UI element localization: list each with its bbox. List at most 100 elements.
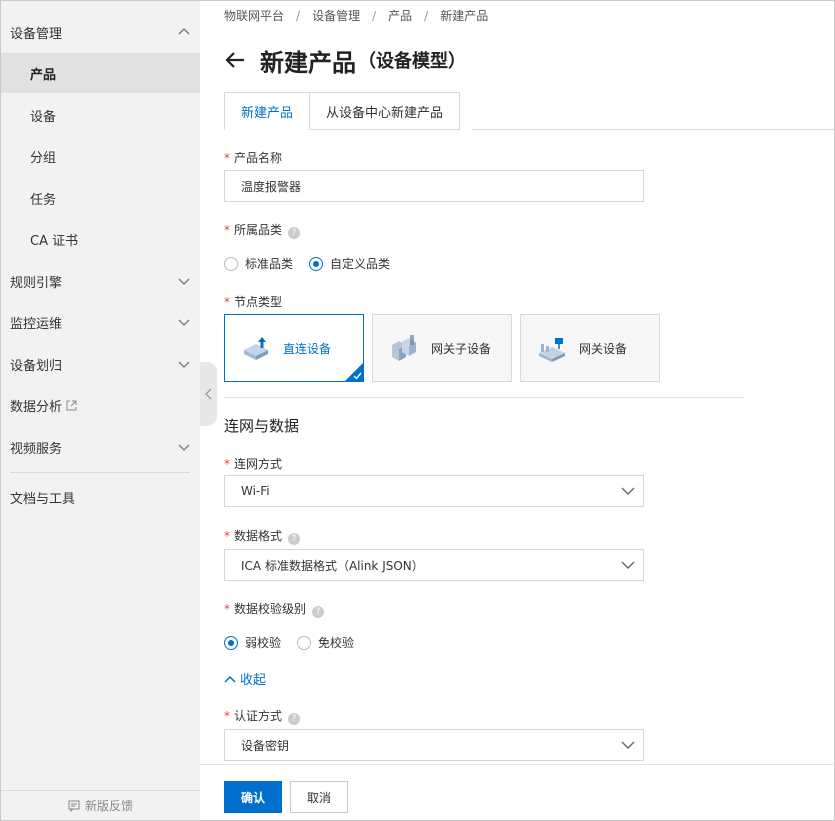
sidebar-item-monitoring[interactable]: 监控运维	[1, 302, 200, 342]
sidebar-item-label: 数据分析	[10, 399, 63, 415]
radio-weak-check[interactable]: 弱校验	[224, 634, 281, 651]
chevron-up-icon	[224, 675, 236, 683]
help-icon[interactable]: ?	[288, 227, 301, 239]
product-name-label: * 产品名称	[224, 149, 282, 166]
sidebar-item-product[interactable]: 产品	[1, 53, 200, 93]
sidebar-item-label: 分组	[30, 150, 57, 166]
auth-label: * 认证方式?	[224, 707, 301, 725]
chevron-down-icon	[621, 487, 635, 495]
help-icon[interactable]: ?	[312, 606, 325, 618]
sidebar-item-device-management[interactable]: 设备管理	[1, 12, 200, 52]
required-mark: *	[224, 295, 230, 309]
node-type-label-text: 网关子设备	[431, 341, 492, 356]
page-title: 新建产品	[260, 48, 356, 77]
external-link-icon	[66, 400, 77, 410]
network-select[interactable]: Wi-Fi	[224, 475, 644, 507]
radio-no-check[interactable]: 免校验	[297, 634, 354, 651]
radio-custom-category[interactable]: 自定义品类	[309, 255, 390, 272]
direct-device-icon	[244, 337, 268, 360]
back-arrow-icon[interactable]	[224, 49, 246, 71]
collapse-link[interactable]: 收起	[224, 669, 266, 688]
breadcrumb-item[interactable]: 物联网平台	[224, 9, 284, 23]
help-icon[interactable]: ?	[288, 533, 301, 545]
data-format-select[interactable]: ICA 标准数据格式（Alink JSON）	[224, 549, 644, 581]
select-value: 设备密钥	[241, 738, 290, 753]
chevron-down-icon	[178, 361, 190, 368]
sidebar-item-docs-tools[interactable]: 文档与工具	[1, 477, 200, 517]
radio-circle	[224, 256, 238, 271]
breadcrumb-separator: /	[424, 9, 429, 23]
radio-label: 弱校验	[245, 636, 282, 650]
required-mark: *	[224, 602, 230, 616]
page-header: 新建产品 （设备模型）	[224, 42, 466, 78]
sidebar-item-label: 任务	[30, 192, 57, 208]
tab-bar: 新建产品 从设备中心新建产品	[224, 92, 461, 130]
auth-select[interactable]: 设备密钥	[224, 729, 644, 761]
chevron-down-icon	[621, 561, 635, 569]
label-text: 所属品类	[234, 223, 283, 237]
label-text: 连网方式	[234, 457, 283, 471]
chevron-up-icon	[178, 28, 190, 35]
node-type-label-text: 直连设备	[283, 341, 332, 356]
radio-circle	[297, 635, 312, 650]
sidebar-item-label: 产品	[30, 67, 57, 83]
confirm-button[interactable]: 确认	[224, 781, 282, 813]
product-name-input[interactable]: 温度报警器	[224, 170, 644, 202]
chevron-down-icon	[178, 278, 190, 285]
page-subtitle: （设备模型）	[358, 51, 466, 72]
sidebar-item-label: 设备划归	[10, 358, 63, 374]
tab-from-device-center[interactable]: 从设备中心新建产品	[310, 92, 461, 130]
sidebar-item-label: 规则引擎	[10, 275, 63, 291]
help-icon[interactable]: ?	[288, 713, 301, 725]
chevron-down-icon	[178, 444, 190, 451]
sidebar-item-label: 文档与工具	[10, 491, 76, 507]
feedback-label: 新版反馈	[84, 799, 133, 813]
breadcrumb-separator: /	[296, 9, 301, 23]
required-mark: *	[224, 457, 230, 471]
sidebar-item-device[interactable]: 设备	[1, 95, 200, 135]
sidebar-item-data-analysis[interactable]: 数据分析	[1, 385, 200, 425]
breadcrumb-item[interactable]: 产品	[388, 9, 412, 23]
chevron-down-icon	[621, 741, 635, 749]
check-level-label: * 数据校验级别?	[224, 600, 325, 618]
breadcrumb-item[interactable]: 设备管理	[312, 9, 360, 23]
chevron-down-icon	[178, 319, 190, 326]
node-type-gateway-sub-device[interactable]: 网关子设备	[372, 314, 512, 382]
sidebar-item-task[interactable]: 任务	[1, 178, 200, 218]
sidebar-collapse-toggle[interactable]	[200, 362, 217, 426]
collapse-label: 收起	[240, 673, 267, 688]
breadcrumb: 物联网平台 / 设备管理 / 产品 / 新建产品	[224, 7, 488, 24]
footer-divider	[200, 764, 834, 765]
tab-new-product[interactable]: 新建产品	[224, 92, 311, 130]
node-type-gateway-device[interactable]: 网关设备	[520, 314, 660, 382]
label-text: 数据格式	[234, 529, 283, 543]
radio-circle-checked	[309, 256, 324, 271]
category-label: * 所属品类?	[224, 221, 301, 239]
sidebar-item-rule-engine[interactable]: 规则引擎	[1, 261, 200, 301]
sidebar-item-label: 监控运维	[10, 316, 63, 332]
chevron-left-icon	[204, 388, 211, 400]
node-type-direct-device[interactable]: 直连设备	[224, 314, 364, 382]
sidebar-item-ca-cert[interactable]: CA 证书	[1, 219, 200, 259]
check-icon	[353, 372, 362, 380]
label-text: 数据校验级别	[234, 602, 307, 616]
sidebar-item-video-service[interactable]: 视频服务	[1, 427, 200, 467]
select-value: Wi-Fi	[241, 484, 270, 498]
feedback-link[interactable]: 新版反馈	[1, 790, 200, 820]
category-radio-group: 标准品类 自定义品类	[224, 255, 406, 272]
radio-standard-category[interactable]: 标准品类	[224, 255, 293, 272]
breadcrumb-item: 新建产品	[440, 9, 489, 23]
cancel-button[interactable]: 取消	[290, 781, 348, 813]
gateway-sub-device-icon	[392, 335, 416, 361]
required-mark: *	[224, 709, 230, 723]
sidebar: 设备管理 产品 设备 分组 任务 CA 证书 规则引擎 监控运维 设备划归 数据…	[1, 1, 200, 820]
required-mark: *	[224, 151, 230, 165]
section-title: 连网与数据	[224, 417, 300, 435]
required-mark: *	[224, 529, 230, 543]
sidebar-item-group[interactable]: 分组	[1, 136, 200, 176]
radio-label: 自定义品类	[330, 257, 391, 271]
node-type-label-text: 网关设备	[579, 341, 628, 356]
sidebar-item-device-assignment[interactable]: 设备划归	[1, 344, 200, 384]
gateway-device-icon	[539, 338, 565, 362]
radio-label: 免校验	[318, 636, 355, 650]
